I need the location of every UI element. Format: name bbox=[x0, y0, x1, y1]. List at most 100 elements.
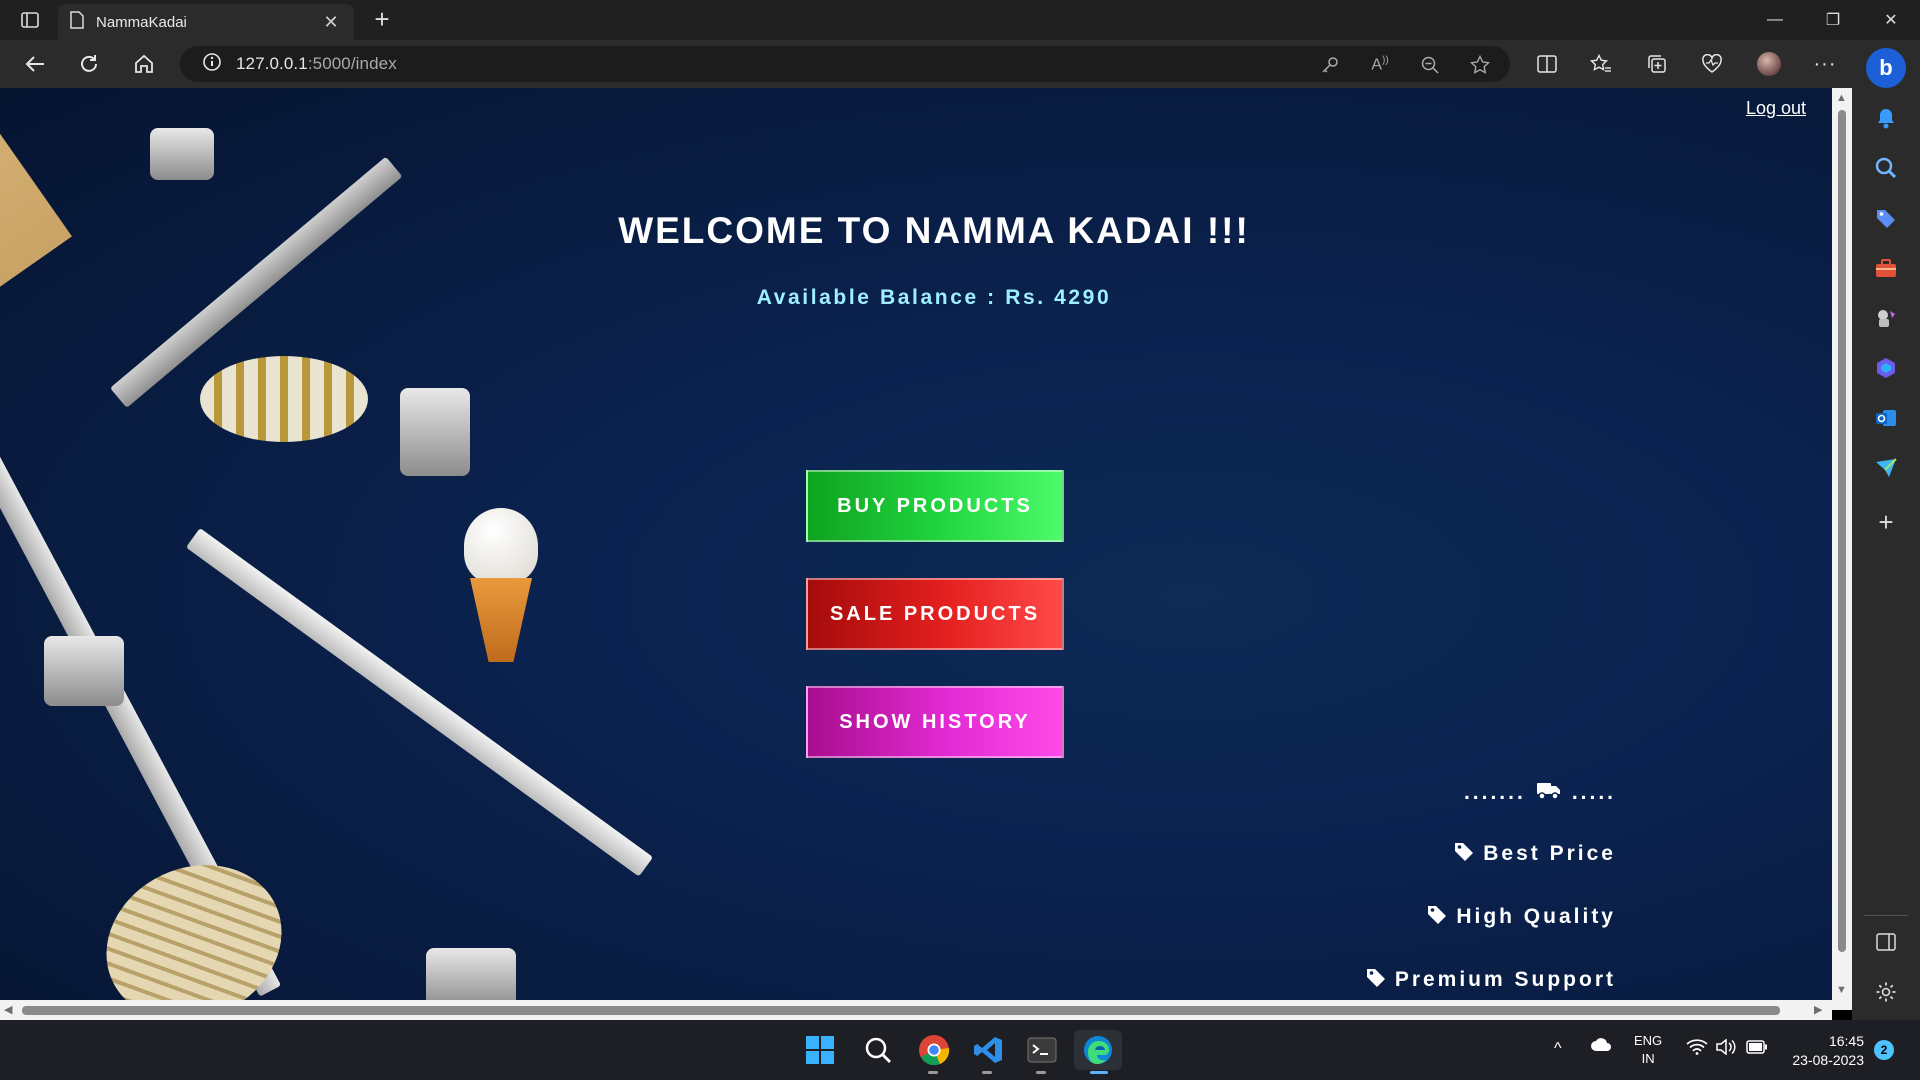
tab-actions-icon[interactable] bbox=[14, 8, 46, 32]
home-button[interactable] bbox=[127, 48, 161, 80]
sale-products-button[interactable]: SALE PRODUCTS bbox=[806, 578, 1064, 650]
scroll-left-arrow-icon[interactable]: ◀ bbox=[4, 1003, 12, 1016]
add-sidebar-item-icon[interactable]: + bbox=[1872, 507, 1900, 537]
browser-essentials-icon[interactable] bbox=[1697, 50, 1727, 78]
url-text: 127.0.0.1:5000/index bbox=[236, 54, 397, 74]
vertical-scrollbar[interactable]: ▲ ▼ bbox=[1832, 88, 1852, 1010]
url-host: 127.0.0.1 bbox=[236, 54, 308, 73]
address-bar[interactable]: 127.0.0.1:5000/index A)) bbox=[180, 46, 1510, 82]
clock[interactable]: 16:45 23-08-2023 bbox=[1784, 1032, 1864, 1070]
clock-date: 23-08-2023 bbox=[1792, 1052, 1864, 1068]
battery-icon[interactable] bbox=[1746, 1040, 1768, 1057]
delivery-dots-left: ....... bbox=[1463, 781, 1526, 804]
browser-tab[interactable]: NammaKadai ✕ bbox=[58, 4, 354, 40]
send-icon[interactable] bbox=[1872, 454, 1900, 482]
key-icon[interactable] bbox=[1318, 54, 1342, 76]
more-options-icon[interactable]: ··· bbox=[1810, 50, 1840, 78]
bing-chat-icon[interactable]: b bbox=[1866, 48, 1906, 88]
edge-icon[interactable] bbox=[1074, 1030, 1122, 1074]
windows-start-icon[interactable] bbox=[800, 1030, 840, 1070]
high-quality-label: High Quality bbox=[1456, 905, 1616, 928]
sidebar-divider bbox=[1864, 915, 1908, 916]
balance-text: Available Balance : Rs. 4290 bbox=[756, 286, 1112, 309]
region-code: IN bbox=[1641, 1051, 1655, 1066]
running-indicator bbox=[1036, 1071, 1046, 1074]
binder-clip-image bbox=[400, 388, 470, 476]
notifications-bell-icon[interactable] bbox=[1872, 104, 1900, 132]
feature-premium-support: Premium Support bbox=[1365, 966, 1616, 994]
refresh-button[interactable] bbox=[72, 48, 106, 80]
tools-icon[interactable] bbox=[1872, 254, 1900, 282]
horizontal-scroll-thumb[interactable] bbox=[22, 1006, 1780, 1015]
delivery-dots-right: ..... bbox=[1571, 781, 1616, 804]
logout-link[interactable]: Log out bbox=[1746, 98, 1806, 119]
minimize-button[interactable]: — bbox=[1746, 0, 1804, 40]
onedrive-cloud-icon[interactable] bbox=[1590, 1038, 1612, 1055]
url-path: :5000/index bbox=[307, 54, 397, 73]
language-code: ENG bbox=[1634, 1033, 1663, 1048]
windows-taskbar: ^ ENG IN 16:45 23-08-2023 2 bbox=[0, 1020, 1920, 1080]
read-aloud-icon[interactable]: A)) bbox=[1368, 54, 1392, 76]
vscode-icon[interactable] bbox=[968, 1030, 1008, 1074]
wifi-icon[interactable] bbox=[1686, 1039, 1708, 1058]
buy-products-button[interactable]: BUY PRODUCTS bbox=[806, 470, 1064, 542]
collections-icon[interactable] bbox=[1642, 50, 1672, 78]
restore-button[interactable]: ❐ bbox=[1804, 0, 1862, 40]
shopping-tag-icon[interactable] bbox=[1872, 204, 1900, 232]
show-history-button[interactable]: SHOW HISTORY bbox=[806, 686, 1064, 758]
outlook-icon[interactable] bbox=[1872, 404, 1900, 432]
truck-icon bbox=[1536, 780, 1562, 806]
volume-icon[interactable] bbox=[1716, 1038, 1738, 1058]
best-price-label: Best Price bbox=[1483, 842, 1616, 865]
language-indicator[interactable]: ENG IN bbox=[1634, 1032, 1662, 1068]
clock-time: 16:45 bbox=[1828, 1033, 1864, 1049]
price-tag-icon bbox=[1453, 840, 1475, 868]
favorites-icon[interactable] bbox=[1586, 50, 1616, 78]
scroll-up-arrow-icon[interactable]: ▲ bbox=[1836, 92, 1847, 104]
scroll-down-arrow-icon[interactable]: ▼ bbox=[1836, 984, 1847, 996]
ice-cream-image bbox=[460, 508, 542, 662]
binder-clip-image bbox=[426, 948, 516, 1008]
microsoft-365-icon[interactable] bbox=[1872, 354, 1900, 382]
close-window-button[interactable]: ✕ bbox=[1862, 0, 1920, 40]
feature-high-quality: High Quality bbox=[1426, 903, 1616, 931]
taskbar-search-icon[interactable] bbox=[858, 1030, 898, 1070]
premium-support-label: Premium Support bbox=[1394, 968, 1616, 991]
title-bar: NammaKadai ✕ + — ❐ ✕ bbox=[0, 0, 1920, 40]
profile-avatar[interactable] bbox=[1754, 50, 1784, 78]
favorite-star-icon[interactable] bbox=[1468, 54, 1492, 76]
page-content: Log out WELCOME TO NAMMA KADAI !!! Avail… bbox=[0, 88, 1832, 1010]
tab-title: NammaKadai bbox=[96, 13, 187, 31]
page-viewport: Log out WELCOME TO NAMMA KADAI !!! Avail… bbox=[0, 88, 1832, 1010]
split-screen-icon[interactable] bbox=[1532, 50, 1562, 78]
binder-clip-image bbox=[44, 636, 124, 706]
terminal-icon[interactable] bbox=[1022, 1030, 1062, 1074]
settings-gear-icon[interactable] bbox=[1872, 978, 1900, 1006]
scroll-right-arrow-icon[interactable]: ▶ bbox=[1814, 1003, 1822, 1016]
binder-clip-image bbox=[150, 128, 214, 180]
hide-sidebar-icon[interactable] bbox=[1872, 928, 1900, 956]
running-indicator bbox=[982, 1071, 992, 1074]
ruler-image bbox=[0, 88, 72, 443]
zoom-out-icon[interactable] bbox=[1418, 54, 1442, 76]
running-indicator bbox=[928, 1071, 938, 1074]
tape-roll-image bbox=[200, 356, 368, 442]
site-info-icon[interactable] bbox=[202, 52, 222, 77]
games-icon[interactable] bbox=[1872, 304, 1900, 332]
show-hidden-icons-chevron-icon[interactable]: ^ bbox=[1554, 1040, 1562, 1058]
feature-best-price: Best Price bbox=[1453, 840, 1616, 868]
browser-toolbar: 127.0.0.1:5000/index A)) ··· bbox=[0, 40, 1920, 88]
back-button[interactable] bbox=[18, 48, 52, 80]
close-tab-icon[interactable]: ✕ bbox=[320, 12, 342, 33]
welcome-heading: WELCOME TO NAMMA KADAI !!! bbox=[618, 210, 1250, 251]
vertical-scroll-thumb[interactable] bbox=[1838, 110, 1846, 952]
horizontal-scrollbar[interactable]: ◀ ▶ bbox=[0, 1000, 1832, 1020]
active-indicator bbox=[1090, 1071, 1108, 1074]
search-icon[interactable] bbox=[1872, 154, 1900, 182]
delivery-line: ....... ..... bbox=[1464, 780, 1616, 806]
notification-badge[interactable]: 2 bbox=[1874, 1040, 1894, 1060]
chrome-icon[interactable] bbox=[914, 1030, 954, 1074]
new-tab-button[interactable]: + bbox=[366, 4, 398, 36]
pencil-image bbox=[185, 528, 654, 877]
edge-sidebar: b + bbox=[1852, 40, 1920, 1020]
